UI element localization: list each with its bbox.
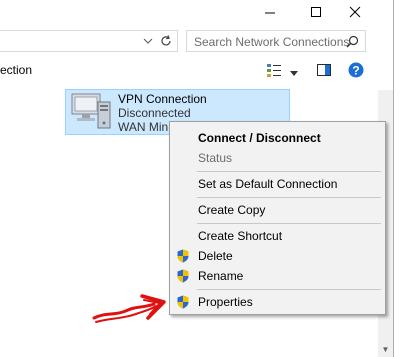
menu-separator bbox=[197, 197, 381, 198]
preview-pane-icon[interactable] bbox=[316, 62, 332, 81]
menu-separator bbox=[197, 223, 381, 224]
network-connection-icon bbox=[70, 92, 114, 135]
menu-item-label: Delete bbox=[198, 249, 233, 263]
menu-item-label: Create Copy bbox=[198, 203, 266, 217]
maximize-icon bbox=[311, 7, 321, 17]
command-bar-item[interactable]: ection bbox=[0, 63, 32, 77]
minimize-button[interactable] bbox=[248, 0, 292, 24]
menu-separator bbox=[197, 289, 381, 290]
help-icon[interactable]: ? bbox=[348, 62, 364, 81]
maximize-button[interactable] bbox=[294, 0, 338, 24]
menu-item-create-copy[interactable]: Create Copy bbox=[170, 200, 385, 220]
menu-item-properties[interactable]: Properties bbox=[170, 292, 385, 312]
menu-item-label: Set as Default Connection bbox=[198, 177, 338, 191]
menu-item-status: Status bbox=[170, 148, 385, 168]
menu-item-label: Status bbox=[198, 151, 233, 165]
close-button[interactable] bbox=[333, 0, 377, 24]
uac-shield-icon bbox=[177, 295, 189, 315]
refresh-icon[interactable] bbox=[159, 34, 173, 51]
menu-separator bbox=[197, 171, 381, 172]
search-placeholder: Search Network Connections bbox=[194, 35, 350, 49]
search-icon[interactable] bbox=[346, 35, 359, 51]
menu-item-label: Connect / Disconnect bbox=[198, 131, 321, 145]
minimize-icon bbox=[265, 12, 275, 14]
search-input[interactable]: Search Network Connections bbox=[186, 30, 366, 52]
menu-item-label: Rename bbox=[198, 269, 244, 283]
context-menu: Connect / Disconnect Status Set as Defau… bbox=[169, 121, 386, 315]
menu-item-set-default[interactable]: Set as Default Connection bbox=[170, 174, 385, 194]
menu-item-delete[interactable]: Delete bbox=[170, 246, 385, 266]
close-icon bbox=[349, 6, 361, 18]
annotation-arrow-icon bbox=[92, 292, 172, 335]
change-view-icon[interactable] bbox=[266, 62, 282, 81]
chevron-down-icon[interactable] bbox=[143, 35, 153, 49]
view-options-chevron-icon[interactable] bbox=[290, 66, 298, 80]
address-bar[interactable] bbox=[0, 30, 178, 52]
scroll-down-button[interactable]: ▼ bbox=[378, 341, 393, 357]
menu-item-label: Create Shortcut bbox=[198, 229, 283, 243]
svg-text:?: ? bbox=[352, 64, 359, 78]
menu-item-label: Properties bbox=[198, 295, 253, 309]
uac-shield-icon bbox=[177, 269, 189, 289]
connection-status: Disconnected bbox=[118, 106, 191, 120]
window-border bbox=[393, 0, 394, 357]
menu-item-create-shortcut[interactable]: Create Shortcut bbox=[170, 226, 385, 246]
menu-item-connect-disconnect[interactable]: Connect / Disconnect bbox=[170, 128, 385, 148]
menu-item-rename[interactable]: Rename bbox=[170, 266, 385, 286]
connection-name: VPN Connection bbox=[118, 92, 207, 106]
